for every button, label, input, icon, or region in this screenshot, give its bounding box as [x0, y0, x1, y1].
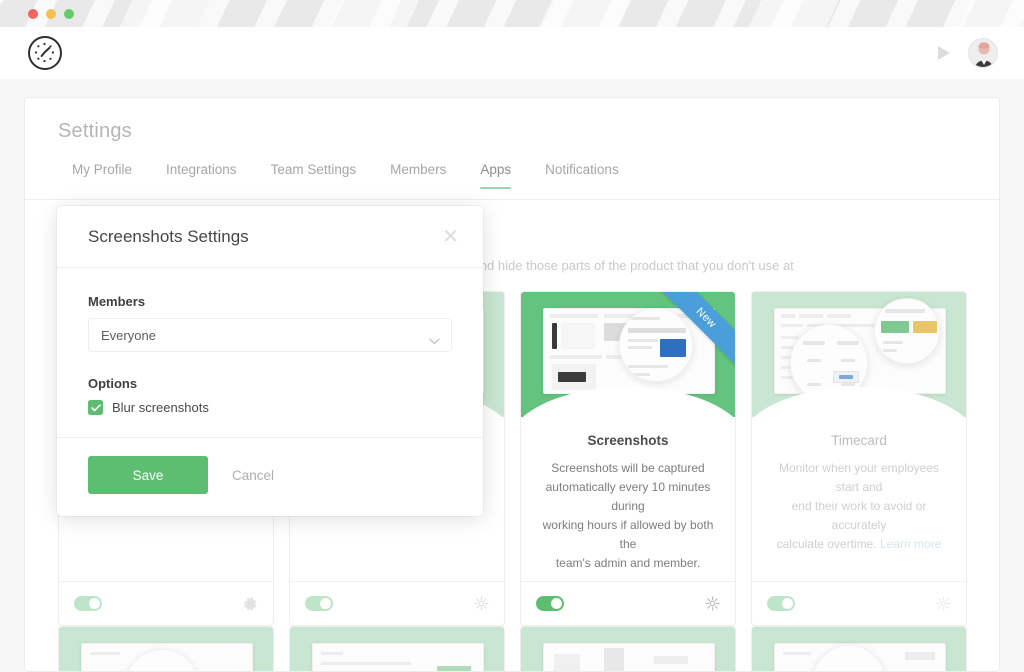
tab-team-settings[interactable]: Team Settings [254, 162, 374, 189]
app-desc-line-2: end their work to avoid or accurately [792, 499, 927, 532]
gear-icon[interactable] [474, 596, 489, 611]
tab-members[interactable]: Members [373, 162, 463, 189]
members-select-value: Everyone [101, 328, 156, 343]
app-card-footer [290, 581, 504, 625]
app-name: Timecard [768, 433, 950, 448]
tab-my-profile[interactable]: My Profile [55, 162, 149, 189]
app-card-body: Timecard Monitor when your employees sta… [752, 417, 966, 581]
blur-screenshots-checkbox[interactable] [88, 400, 103, 415]
app-card-timecard[interactable]: Timecard Monitor when your employees sta… [751, 291, 967, 626]
app-name: Screenshots [537, 433, 719, 448]
app-card-footer [521, 581, 735, 625]
blur-screenshots-row[interactable]: Blur screenshots [88, 400, 452, 415]
app-enable-toggle[interactable] [305, 596, 333, 611]
tab-notifications[interactable]: Notifications [528, 162, 636, 189]
avatar[interactable] [968, 38, 998, 68]
tab-apps[interactable]: Apps [463, 162, 528, 189]
screenshots-settings-modal: Screenshots Settings ✕ Members Everyone … [57, 206, 483, 516]
app-desc-line-1: Monitor when your employees start and [779, 461, 939, 494]
app-card-screenshots[interactable]: New Screenshots Screenshots will be capt… [520, 291, 736, 626]
close-icon[interactable]: ✕ [442, 227, 459, 247]
app-card-body: Screenshots Screenshots will be captured… [521, 417, 735, 581]
window-maximize-button[interactable] [64, 9, 74, 19]
tabs-divider [25, 199, 1000, 200]
cancel-button[interactable]: Cancel [218, 468, 288, 483]
app-desc-line-3: working hours if allowed by both the [543, 518, 714, 551]
modal-title: Screenshots Settings [88, 227, 249, 247]
members-label: Members [88, 294, 452, 309]
gear-icon[interactable] [936, 596, 951, 611]
app-desc-line-3: calculate overtime. [777, 537, 877, 551]
app-thumbnail: New [521, 292, 735, 417]
learn-more-link[interactable]: Learn more [880, 537, 941, 551]
app-card-row2-1[interactable] [58, 626, 274, 672]
app-description: Screenshots will be captured automatical… [537, 459, 719, 573]
app-enable-toggle[interactable] [536, 596, 564, 611]
app-thumbnail [752, 292, 966, 417]
gear-icon[interactable] [243, 596, 258, 611]
members-select[interactable]: Everyone [88, 318, 452, 352]
magnifier-circle [619, 308, 693, 382]
blur-screenshots-label: Blur screenshots [112, 400, 209, 415]
window-minimize-button[interactable] [46, 9, 56, 19]
app-description: Monitor when your employees start and en… [768, 459, 950, 554]
app-thumbnail [59, 627, 273, 672]
secondary-popup-circle [874, 298, 940, 364]
app-header [0, 27, 1024, 79]
app-card-row2-2[interactable] [289, 626, 505, 672]
play-triangle-icon[interactable] [936, 44, 952, 62]
save-button[interactable]: Save [88, 456, 208, 494]
app-illustration [543, 643, 715, 672]
app-enable-toggle[interactable] [767, 596, 795, 611]
app-card-footer [59, 581, 273, 625]
window-controls [28, 9, 74, 19]
app-card-row2-3[interactable] [520, 626, 736, 672]
settings-tabs: My Profile Integrations Team Settings Me… [55, 162, 636, 189]
page-title: Settings [58, 120, 132, 143]
app-desc-line-4: team's admin and member. [556, 556, 700, 570]
app-card-row2-4[interactable] [751, 626, 967, 672]
modal-footer: Save Cancel [57, 438, 483, 516]
browser-title-bar [0, 0, 1024, 27]
gear-icon[interactable] [705, 596, 720, 611]
app-desc-line-2: automatically every 10 minutes during [546, 480, 711, 513]
options-label: Options [88, 376, 452, 391]
app-card-footer [752, 581, 966, 625]
app-illustration [312, 643, 484, 672]
modal-header: Screenshots Settings ✕ [57, 206, 483, 268]
header-actions [936, 38, 998, 68]
app-thumbnail [290, 627, 504, 672]
tab-integrations[interactable]: Integrations [149, 162, 254, 189]
window-close-button[interactable] [28, 9, 38, 19]
modal-body: Members Everyone Options Blur screenshot… [57, 268, 483, 438]
app-root: Settings My Profile Integrations Team Se… [0, 0, 1024, 672]
app-thumbnail [752, 627, 966, 672]
chevron-down-icon [429, 332, 440, 339]
app-thumbnail [521, 627, 735, 672]
clock-logo-icon[interactable] [28, 36, 62, 70]
app-desc-line-1: Screenshots will be captured [551, 461, 704, 475]
app-enable-toggle[interactable] [74, 596, 102, 611]
